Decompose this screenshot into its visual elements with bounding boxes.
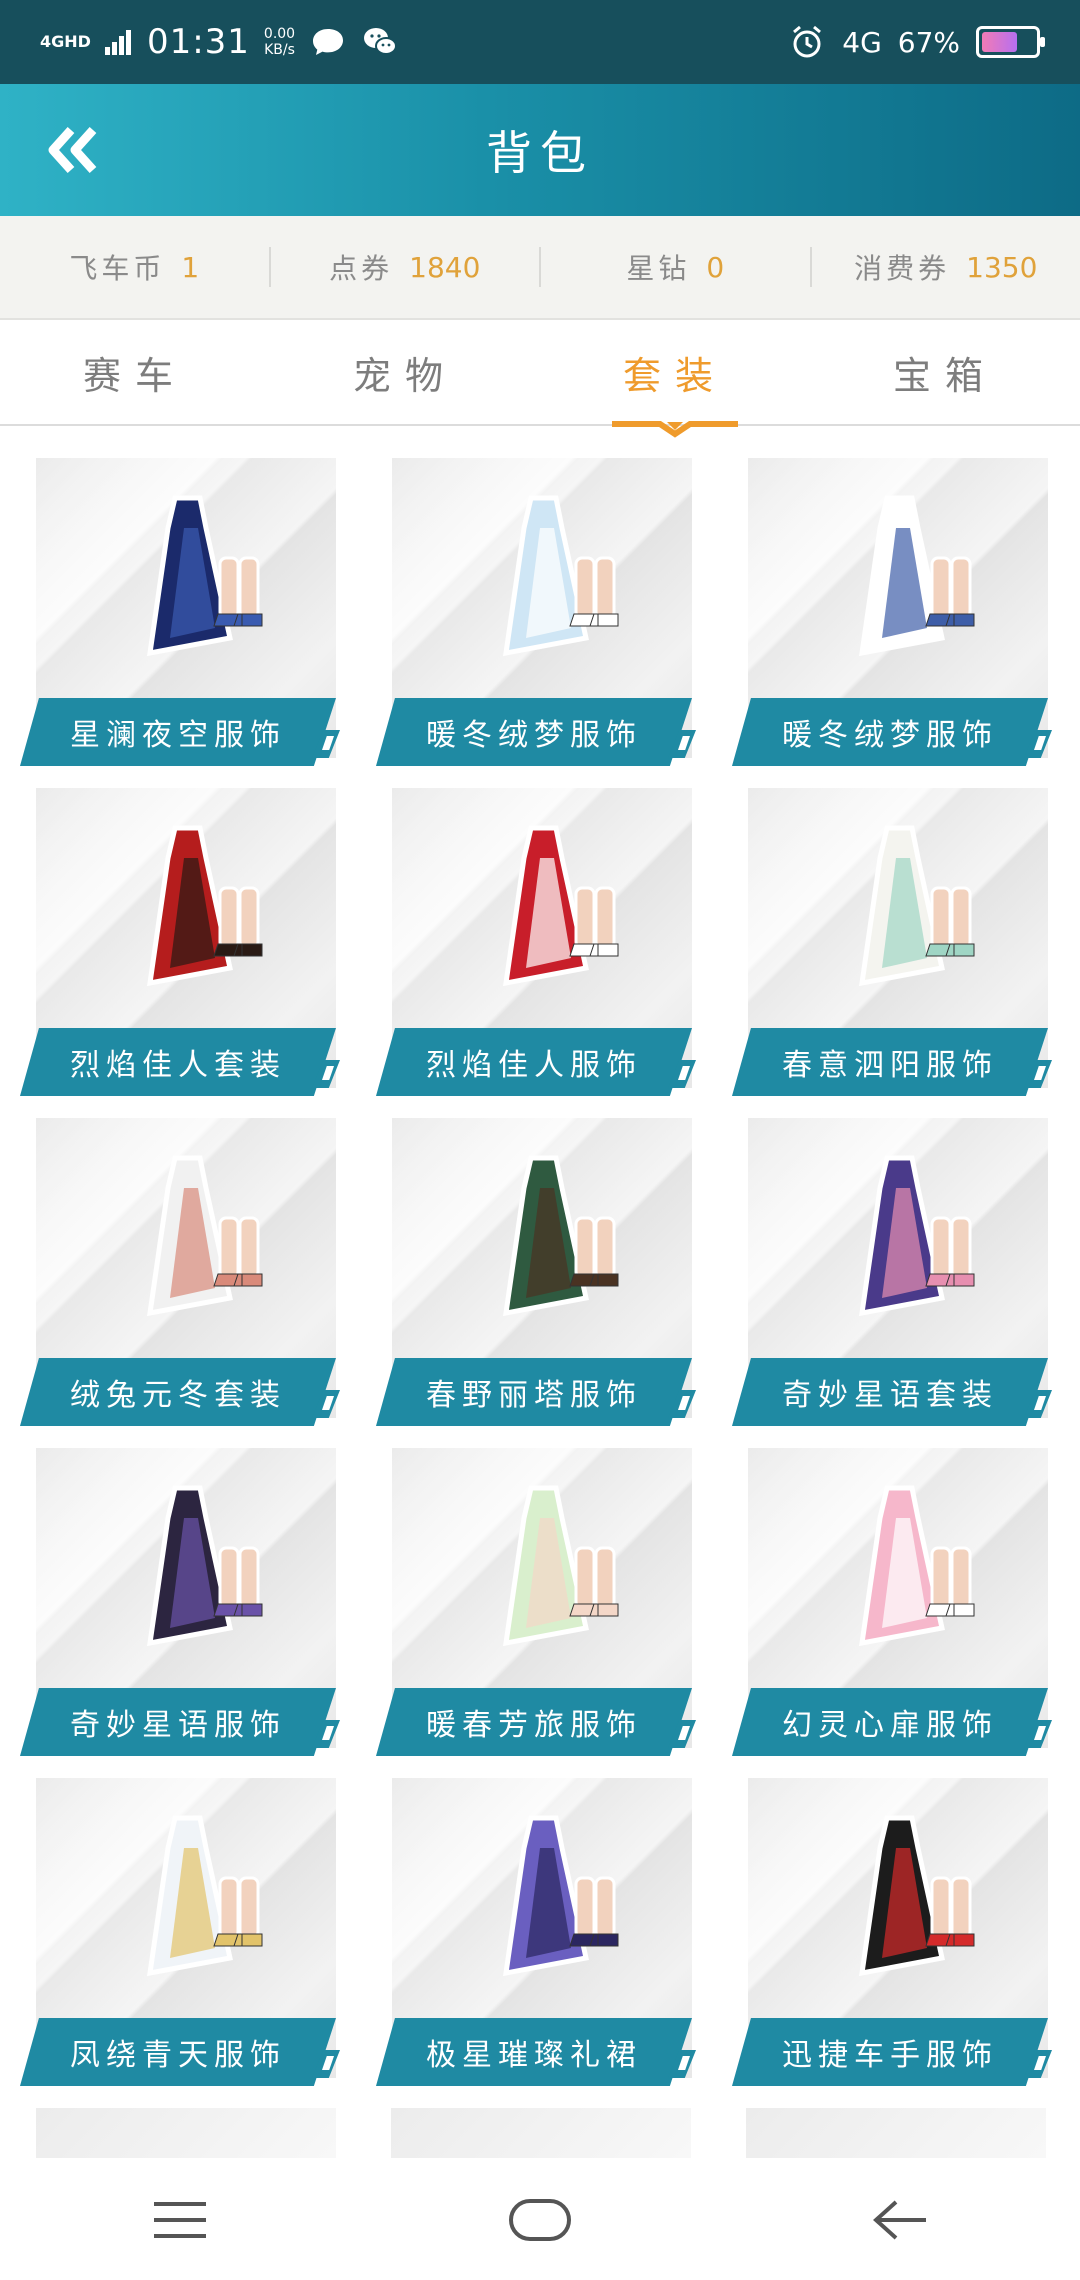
item-card[interactable]: 迅捷车手服饰: [732, 1778, 1058, 2086]
item-card[interactable]: 暖冬绒梦服饰: [376, 458, 702, 766]
item-name: 春意泗阳服饰: [732, 1028, 1048, 1096]
outfit-image: [503, 495, 619, 657]
item-name: 绒兔元冬套装: [20, 1358, 336, 1426]
speed-unit: KB/s: [264, 42, 295, 58]
item-card[interactable]: 暖冬绒梦服饰: [732, 458, 1058, 766]
item-card[interactable]: 奇妙星语服饰: [20, 1448, 346, 1756]
currency-item: 点券 1840: [268, 247, 540, 287]
item-card[interactable]: 春意泗阳服饰: [732, 788, 1058, 1096]
tab-label: 赛车: [82, 353, 187, 398]
item-name: 幻灵心扉服饰: [732, 1688, 1048, 1756]
page-title: 背包: [486, 126, 594, 180]
menu-button[interactable]: [120, 2180, 240, 2260]
item-card[interactable]: 春野丽塔服饰: [376, 1118, 702, 1426]
item-name: 春野丽塔服饰: [376, 1358, 692, 1426]
currency-label: 飞车币: [69, 252, 166, 285]
outfit-image: [147, 495, 263, 657]
tab-pets[interactable]: 宠物: [270, 320, 540, 424]
item-card[interactable]: 凤绕青天服饰: [20, 1778, 346, 2086]
outfit-image: [859, 495, 975, 657]
outfit-image: [859, 825, 975, 987]
item-name: 暖春芳旅服饰: [376, 1688, 692, 1756]
tab-label: 套装: [622, 353, 727, 398]
home-icon: [509, 2199, 571, 2241]
clock: 01:31: [146, 22, 250, 62]
item-card[interactable]: 极星璀璨礼裙: [376, 1778, 702, 2086]
outfit-image: [503, 1815, 619, 1977]
battery-percent: 67%: [897, 25, 960, 59]
system-back-button[interactable]: [840, 2180, 960, 2260]
double-chevron-left-icon: [48, 126, 97, 174]
speed-value: 0.00: [263, 26, 296, 42]
currency-label: 点券: [329, 252, 394, 285]
item-card-partial[interactable]: [746, 2108, 1046, 2158]
outfit-image: [859, 1485, 975, 1647]
item-card[interactable]: 幻灵心扉服饰: [732, 1448, 1058, 1756]
active-tab-indicator: [612, 420, 738, 438]
outfit-image: [147, 1155, 263, 1317]
outfit-image: [503, 825, 619, 987]
outfit-image: [503, 1155, 619, 1317]
battery-icon: [976, 26, 1045, 58]
status-bar: 4GHD 01:31 0.00 KB/s 4G 67%: [0, 0, 1080, 84]
partial-row: [36, 2108, 1046, 2158]
wechat-icon: [361, 23, 399, 61]
signal-icon: [104, 30, 131, 55]
item-card[interactable]: 星澜夜空服饰: [20, 458, 346, 766]
item-name: 暖冬绒梦服饰: [732, 698, 1048, 766]
item-card[interactable]: 暖春芳旅服饰: [376, 1448, 702, 1756]
network-speed: 0.00 KB/s: [264, 26, 295, 58]
item-name: 暖冬绒梦服饰: [376, 698, 692, 766]
currency-item: 消费券 1350: [809, 247, 1080, 287]
item-name: 烈焰佳人服饰: [376, 1028, 692, 1096]
chat-bubble-icon: [309, 23, 347, 61]
alarm-icon: [788, 23, 826, 61]
outfit-image: [147, 1485, 263, 1647]
item-card-partial[interactable]: [391, 2108, 691, 2158]
tab-label: 宠物: [352, 353, 457, 398]
currency-value: 1: [181, 250, 200, 284]
item-card[interactable]: 绒兔元冬套装: [20, 1118, 346, 1426]
item-name: 烈焰佳人套装: [20, 1028, 336, 1096]
category-tabs: 赛车 宠物 套装 宝箱: [0, 320, 1080, 438]
outfit-image: [503, 1485, 619, 1647]
item-name: 奇妙星语套装: [732, 1358, 1048, 1426]
item-card[interactable]: 烈焰佳人套装: [20, 788, 346, 1096]
tab-cars[interactable]: 赛车: [0, 320, 270, 424]
battery-fill: [982, 32, 1017, 52]
item-name: 迅捷车手服饰: [732, 2018, 1048, 2086]
currency-label: 星钻: [626, 252, 691, 285]
currency-value: 1350: [966, 250, 1038, 284]
tab-label: 宝箱: [892, 353, 997, 398]
outfit-image: [147, 1815, 263, 1977]
currency-item: 飞车币 1: [0, 247, 269, 287]
tab-outfits[interactable]: 套装: [540, 320, 810, 438]
item-name: 星澜夜空服饰: [20, 698, 336, 766]
currency-bar: 飞车币 1 点券 1840 星钻 0 消费券 1350: [0, 216, 1080, 320]
outfit-image: [147, 825, 263, 987]
back-button[interactable]: [44, 120, 104, 180]
item-name: 凤绕青天服饰: [20, 2018, 336, 2086]
home-button[interactable]: [480, 2180, 600, 2260]
item-name: 极星璀璨礼裙: [376, 2018, 692, 2086]
app-header: 背包: [0, 84, 1080, 216]
currency-label: 消费券: [854, 252, 951, 285]
item-card-partial[interactable]: [36, 2108, 336, 2158]
item-card[interactable]: 奇妙星语套装: [732, 1118, 1058, 1426]
lte-indicator: 4G: [842, 25, 882, 59]
item-card[interactable]: 烈焰佳人服饰: [376, 788, 702, 1096]
tab-chests[interactable]: 宝箱: [810, 320, 1080, 424]
network-indicator: 4GHD: [40, 32, 91, 51]
system-nav-bar: [0, 2160, 1080, 2280]
outfit-image: [859, 1155, 975, 1317]
currency-value: 1840: [409, 250, 481, 284]
menu-icon: [154, 2202, 206, 2238]
item-grid: 星澜夜空服饰 暖冬绒梦服饰 暖冬绒梦服饰 烈焰佳人套装 烈焰佳人服饰 春意泗阳服饰 绒兔元冬…: [20, 458, 1060, 2086]
item-name: 奇妙星语服饰: [20, 1688, 336, 1756]
back-arrow-icon: [873, 2200, 926, 2240]
outfit-image: [859, 1815, 975, 1977]
currency-value: 0: [706, 250, 725, 284]
currency-item: 星钻 0: [539, 247, 810, 287]
